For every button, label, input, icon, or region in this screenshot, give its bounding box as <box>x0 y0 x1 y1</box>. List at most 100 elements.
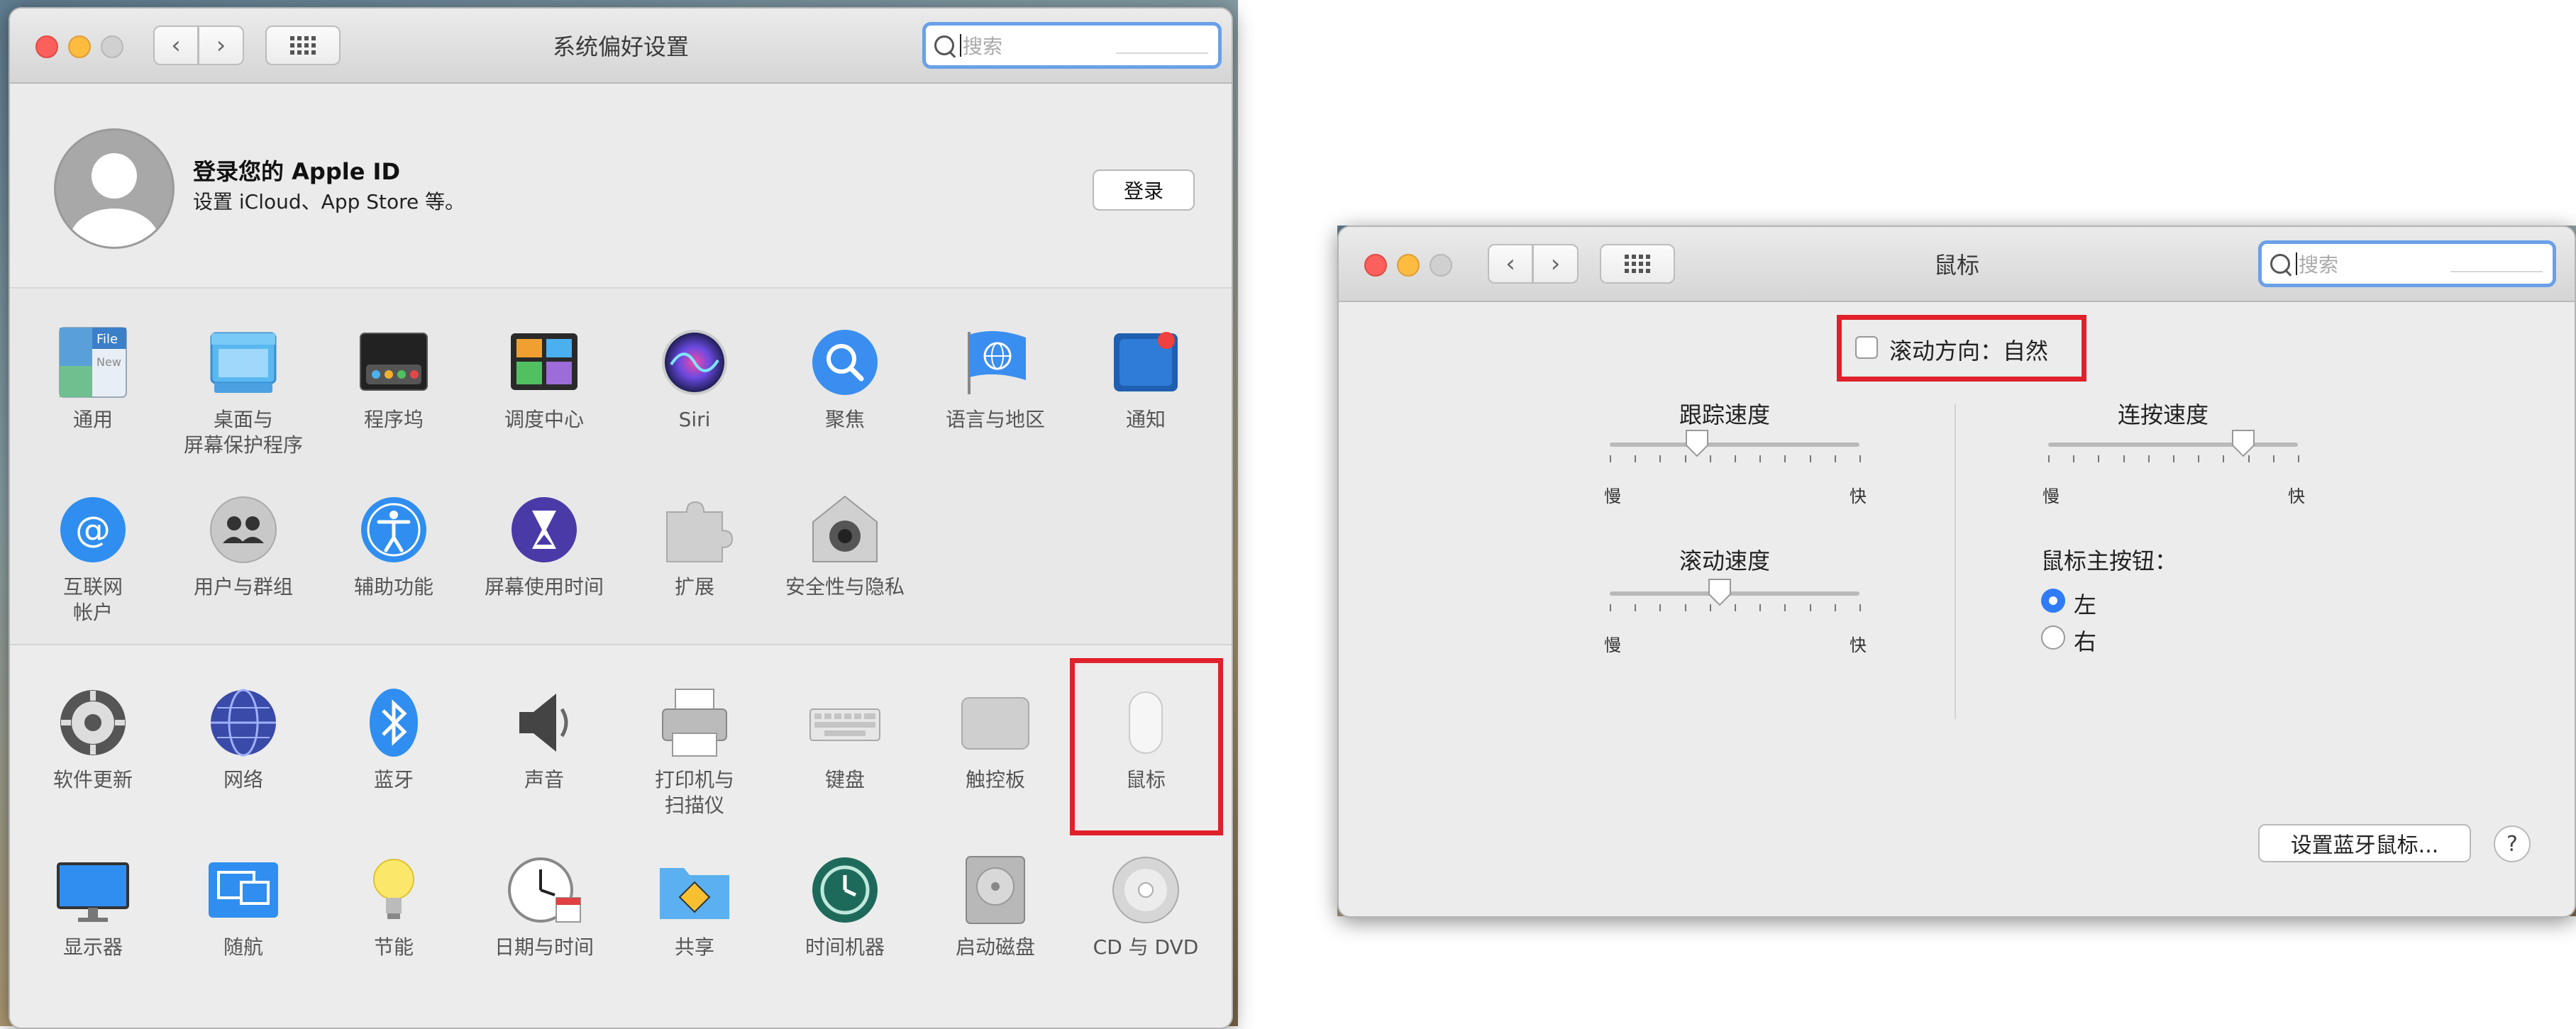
close-button[interactable] <box>35 35 58 58</box>
pane-printers[interactable]: 打印机与 扫描仪 <box>624 684 765 818</box>
pane-mission-control[interactable]: 调度中心 <box>473 323 615 433</box>
slider-tick <box>2073 455 2075 462</box>
close-button[interactable] <box>1364 254 1387 277</box>
pane-sidecar[interactable]: 随航 <box>172 851 314 960</box>
search-field[interactable]: 搜索 <box>2258 240 2556 287</box>
scroll-speed-slider[interactable] <box>1600 579 1869 638</box>
slider-tick <box>1784 455 1786 462</box>
pane-label: 通用 <box>72 408 113 431</box>
slider-tick <box>1659 455 1662 462</box>
zoom-button[interactable] <box>1430 254 1452 277</box>
minimize-button[interactable] <box>1397 254 1420 277</box>
pane-sharing[interactable]: 共享 <box>624 851 765 960</box>
double-click-speed-slider[interactable] <box>2038 430 2308 489</box>
pane-label: 调度中心 <box>504 408 584 431</box>
pane-keyboard[interactable]: 键盘 <box>774 684 916 793</box>
slider-tick <box>1809 604 1811 611</box>
pane-cd-dvd[interactable]: CD 与 DVD <box>1075 851 1217 960</box>
chevron-left-icon: ‹ <box>1505 250 1515 278</box>
pane-displays[interactable]: 显示器 <box>22 851 164 960</box>
slider-tick <box>2298 455 2299 462</box>
chevron-right-icon: › <box>216 31 226 60</box>
slider-tick <box>1610 604 1611 611</box>
primary-right-radio[interactable] <box>2041 625 2065 650</box>
minimize-button[interactable] <box>68 35 91 58</box>
zoom-button[interactable] <box>101 35 123 58</box>
pane-label: 语言与地区 <box>945 408 1045 431</box>
slider-thumb[interactable] <box>1684 428 1710 458</box>
primary-left-label: 左 <box>2074 591 2097 618</box>
pane-dock[interactable]: 程序坞 <box>323 323 465 433</box>
pane-software-update[interactable]: 软件更新 <box>22 684 164 793</box>
network-icon <box>204 684 282 762</box>
slider-tick <box>1735 604 1736 611</box>
tracking-speed-slider[interactable] <box>1600 430 1869 489</box>
slider-tick <box>2198 455 2200 462</box>
slider-tick <box>1659 604 1662 611</box>
pane-internet-accounts[interactable]: @ 互联网 帐户 <box>22 491 164 625</box>
tracking-speed-min: 慢 <box>1604 486 1621 506</box>
pane-startup-disk[interactable]: 启动磁盘 <box>924 851 1066 960</box>
pane-accessibility[interactable]: 辅助功能 <box>323 491 465 600</box>
search-icon <box>934 35 954 55</box>
grid-icon <box>1625 255 1650 273</box>
pane-security[interactable]: 安全性与隐私 <box>774 491 916 600</box>
pane-bluetooth[interactable]: 蓝牙 <box>323 684 465 793</box>
pane-energy-saver[interactable]: 节能 <box>323 851 465 960</box>
slider-tick <box>1834 455 1836 462</box>
forward-button[interactable]: › <box>1533 244 1579 284</box>
slider-tick <box>1809 455 1811 462</box>
slider-tick <box>1859 455 1861 462</box>
svg-text:@: @ <box>75 509 111 550</box>
pane-label: 蓝牙 <box>373 768 414 791</box>
show-all-button[interactable] <box>1600 244 1675 284</box>
pane-language[interactable]: 语言与地区 <box>924 323 1066 433</box>
language-icon <box>956 323 1034 401</box>
pane-trackpad[interactable]: 触控板 <box>924 684 1066 793</box>
column-divider <box>1955 404 1956 719</box>
setup-bluetooth-mouse-button[interactable]: 设置蓝牙鼠标... <box>2258 824 2471 862</box>
pane-desktop[interactable]: 桌面与 屏幕保护程序 <box>172 323 314 458</box>
avatar[interactable] <box>54 128 175 249</box>
pane-date-time[interactable]: 日期与时间 <box>473 851 615 960</box>
desktop-icon <box>204 323 282 401</box>
primary-left-radio[interactable] <box>2041 589 2065 613</box>
pane-notifications[interactable]: 通知 <box>1075 323 1217 433</box>
slider-tick <box>1784 604 1786 611</box>
pane-screen-time[interactable]: 屏幕使用时间 <box>473 491 615 600</box>
pane-sound[interactable]: 声音 <box>473 684 615 793</box>
energy-saver-icon <box>355 851 433 929</box>
help-button[interactable]: ? <box>2494 825 2531 862</box>
pane-network[interactable]: 网络 <box>172 684 314 793</box>
system-preferences-window: ‹ › 系统偏好设置 搜索 登录您的 Apple ID 设置 iCloud、Ap… <box>9 7 1233 1029</box>
slider-thumb[interactable] <box>1707 577 1732 607</box>
back-button[interactable]: ‹ <box>1488 244 1533 284</box>
trackpad-icon <box>956 684 1034 762</box>
sharing-icon <box>656 851 734 929</box>
back-button[interactable]: ‹ <box>153 26 199 65</box>
slider-track <box>1610 443 1859 447</box>
pane-extensions[interactable]: 扩展 <box>624 491 765 600</box>
slider-tick <box>1684 604 1686 611</box>
dock-icon <box>355 323 433 401</box>
slider-tick <box>1834 604 1836 611</box>
software-update-icon <box>54 684 132 762</box>
login-button[interactable]: 登录 <box>1093 169 1195 211</box>
scroll-direction-checkbox[interactable] <box>1855 336 1878 359</box>
slider-thumb[interactable] <box>2230 428 2256 458</box>
forward-button[interactable]: › <box>199 26 244 65</box>
pane-general[interactable]: File New 通用 <box>22 323 164 433</box>
pane-users[interactable]: 用户与群组 <box>172 491 314 600</box>
pane-spotlight[interactable]: 聚焦 <box>774 323 916 433</box>
pane-time-machine[interactable]: 时间机器 <box>774 851 916 960</box>
show-all-button[interactable] <box>265 26 341 65</box>
pane-label: 互联网 帐户 <box>62 575 123 624</box>
slider-tick <box>2098 455 2100 462</box>
double-click-speed-max: 快 <box>2288 486 2305 506</box>
scroll-direction-label: 滚动方向：自然 <box>1889 338 2049 365</box>
search-field[interactable]: 搜索 <box>922 22 1222 69</box>
pane-label: 屏幕使用时间 <box>484 575 604 599</box>
pane-siri[interactable]: Siri <box>624 323 765 433</box>
preferences-section-hardware: 软件更新 网络 蓝牙 声音 打印机与 扫描仪 键盘 触控板 鼠标 显示器 随航 … <box>10 645 1232 1028</box>
sidecar-icon <box>204 851 282 929</box>
